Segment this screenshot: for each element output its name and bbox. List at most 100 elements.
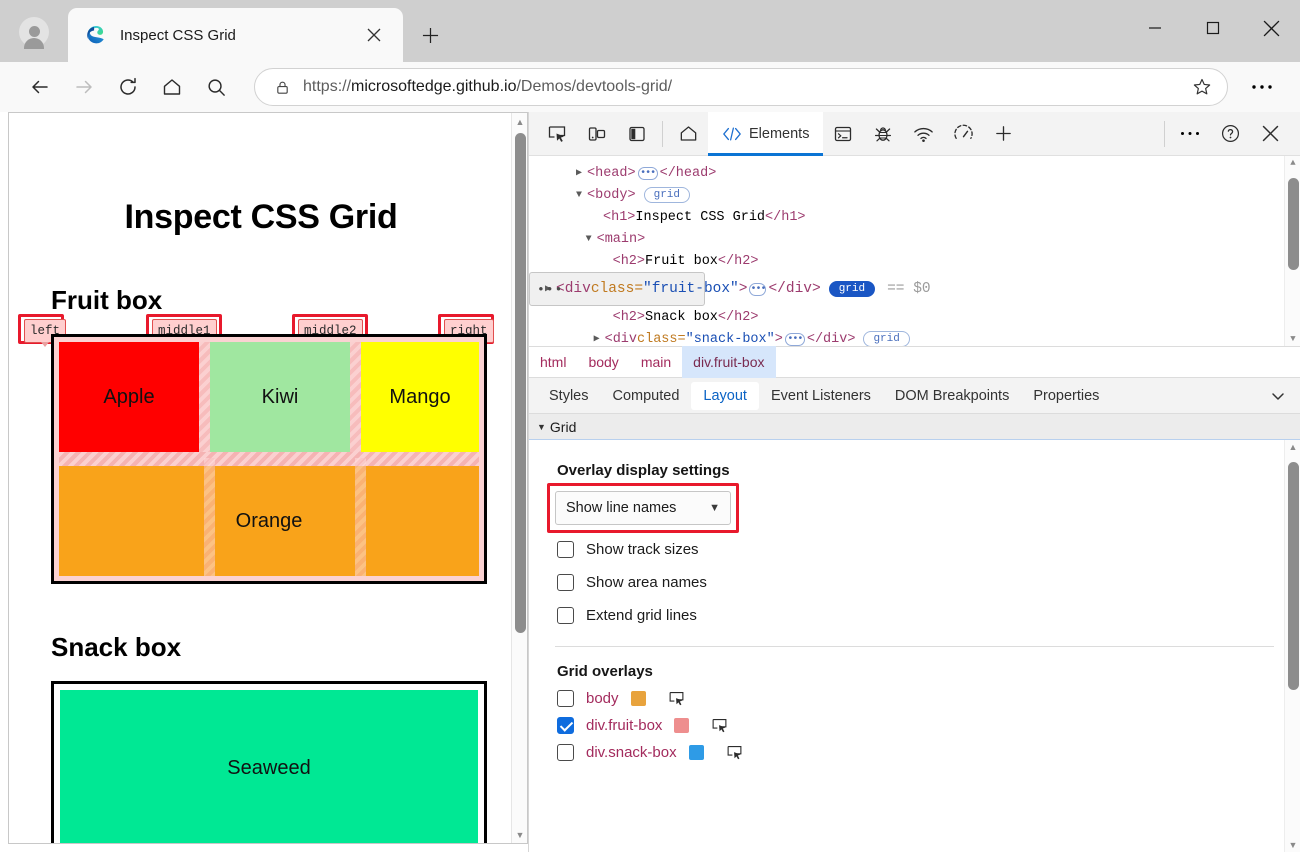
grid-badge[interactable]: grid	[863, 331, 910, 346]
reload-icon[interactable]	[106, 69, 150, 105]
help-question-icon[interactable]	[1210, 116, 1250, 152]
devtools-home-icon[interactable]	[668, 116, 708, 152]
network-wifi-icon[interactable]	[903, 116, 943, 152]
collapse-caret-icon[interactable]: ▶	[589, 333, 605, 345]
checkbox[interactable]	[557, 574, 574, 591]
dom-tree-row[interactable]: ▶ <head> ••• </head>	[529, 162, 1300, 184]
layout-scrollbar-thumb[interactable]	[1288, 462, 1299, 690]
setting-show-track-sizes[interactable]: Show track sizes	[557, 541, 1300, 558]
inspect-element-icon[interactable]	[537, 116, 577, 152]
debugger-bug-icon[interactable]	[863, 116, 903, 152]
browser-settings-ellipsis-icon[interactable]	[1240, 69, 1284, 105]
back-arrow-icon[interactable]	[18, 69, 62, 105]
scroll-up-arrow-icon[interactable]: ▲	[1285, 442, 1300, 452]
tab-elements[interactable]: Elements	[708, 111, 824, 156]
dom-scrollbar-thumb[interactable]	[1288, 178, 1299, 270]
inspect-element-icon[interactable]	[726, 744, 743, 761]
grid-badge-active[interactable]: grid	[828, 281, 876, 297]
favorite-star-icon[interactable]	[1185, 77, 1219, 97]
collapsed-children-icon[interactable]: •••	[637, 166, 658, 180]
overlay-color-swatch[interactable]	[688, 745, 704, 760]
console-icon[interactable]	[823, 116, 863, 152]
dom-tree-row[interactable]: ••• ▶ <div class= "fruit-box" > ••• </div> grid…	[529, 272, 931, 306]
dom-tree-row[interactable]: ▶ <div class= "snack-box" > ••• </div> grid	[529, 328, 1300, 346]
device-emulation-icon[interactable]	[577, 116, 617, 152]
text-node: Fruit box	[645, 253, 718, 269]
dom-tree-row[interactable]: ▶<h2>Fruit box</h2>	[529, 250, 1300, 272]
overlay-checkbox[interactable]	[557, 717, 574, 734]
dom-tree[interactable]: ▶<head>•••</head>▼<body>grid▶<h1>Inspect…	[529, 156, 1300, 346]
setting-show-area-names[interactable]: Show area names	[557, 574, 1300, 591]
scroll-up-arrow-icon[interactable]: ▲	[1285, 158, 1300, 168]
page-title: Inspect CSS Grid	[124, 198, 398, 236]
checkbox[interactable]	[557, 541, 574, 558]
maximize-button[interactable]	[1184, 0, 1242, 56]
browser-tab[interactable]: Inspect CSS Grid	[68, 8, 403, 62]
dom-tree-row[interactable]: ▶<h2>Snack box</h2>	[529, 306, 1300, 328]
breadcrumb-item-html[interactable]: html	[529, 346, 577, 378]
attribute-name: class=	[637, 331, 686, 347]
new-tab-button[interactable]	[410, 16, 450, 54]
minimize-button[interactable]	[1126, 0, 1184, 56]
layout-panel-scrollbar[interactable]: ▲ ▼	[1284, 440, 1300, 852]
sidebar-panel-tabs[interactable]: Styles Computed Layout Event Listeners DOM B…	[529, 378, 1300, 414]
overlay-checkbox[interactable]	[557, 744, 574, 761]
close-window-button[interactable]	[1242, 0, 1300, 56]
collapsed-children-icon[interactable]: •••	[749, 282, 766, 296]
avatar	[19, 17, 49, 49]
scroll-up-arrow-icon[interactable]: ▲	[512, 113, 527, 130]
scroll-down-arrow-icon[interactable]: ▼	[512, 826, 527, 843]
breadcrumb-item-main[interactable]: main	[630, 346, 682, 378]
chevron-down-icon[interactable]	[1270, 388, 1286, 404]
address-bar[interactable]: https://microsoftedge.github.io/Demos/de…	[254, 68, 1228, 106]
grid-gap-column-2	[350, 342, 361, 452]
dom-tree-scrollbar[interactable]: ▲ ▼	[1284, 156, 1300, 346]
expanded-caret-icon: ▼	[537, 421, 546, 432]
expand-caret-icon[interactable]: ▼	[571, 190, 587, 201]
tag-name: <head>	[587, 165, 636, 181]
tab-event-listeners[interactable]: Event Listeners	[759, 382, 883, 410]
tab-dom-breakpoints[interactable]: DOM Breakpoints	[883, 382, 1021, 410]
tag-name: <h2>	[612, 253, 645, 269]
profile-button[interactable]	[12, 12, 56, 52]
grid-overlay-row[interactable]: div.snack-box	[557, 744, 1300, 761]
breadcrumb-item-body[interactable]: body	[577, 346, 629, 378]
dom-tree-row[interactable]: ▼ <body> grid	[529, 184, 1300, 206]
add-tool-plus-icon[interactable]	[983, 116, 1023, 152]
setting-extend-grid-lines[interactable]: Extend grid lines	[557, 607, 1300, 624]
inspect-element-icon[interactable]	[711, 717, 728, 734]
dock-side-icon[interactable]	[617, 116, 657, 152]
tab-computed[interactable]: Computed	[601, 382, 692, 410]
devtools-close-icon[interactable]	[1250, 116, 1290, 152]
grid-badge[interactable]: grid	[643, 187, 691, 203]
collapse-caret-icon[interactable]: ▶	[571, 167, 587, 179]
grid-overlay-row[interactable]: body	[557, 690, 1300, 707]
dom-tree-row[interactable]: ▼ <main>	[529, 228, 1300, 250]
grid-overlay-row[interactable]: div.fruit-box	[557, 717, 1300, 734]
overlay-checkbox[interactable]	[557, 690, 574, 707]
dom-tree-row[interactable]: ▶<h1>Inspect CSS Grid</h1>	[529, 206, 1300, 228]
snack-box-heading: Snack box	[51, 632, 182, 662]
page-scrollbar-thumb[interactable]	[515, 133, 526, 633]
expand-caret-icon[interactable]: ▼	[581, 234, 597, 245]
row-more-ellipsis-icon[interactable]: •••	[537, 282, 563, 297]
performance-gauge-icon[interactable]	[943, 116, 983, 152]
scroll-down-arrow-icon[interactable]: ▼	[1285, 334, 1300, 344]
tab-styles[interactable]: Styles	[537, 382, 601, 410]
devtools-more-ellipsis-icon[interactable]	[1170, 116, 1210, 152]
page-scrollbar[interactable]: ▲ ▼	[511, 113, 527, 843]
grid-section-header[interactable]: ▼ Grid	[529, 414, 1300, 440]
scroll-down-arrow-icon[interactable]: ▼	[1285, 840, 1300, 850]
collapsed-children-icon[interactable]: •••	[784, 332, 805, 346]
search-icon[interactable]	[194, 69, 238, 105]
tab-layout[interactable]: Layout	[691, 381, 759, 410]
tab-properties[interactable]: Properties	[1021, 382, 1111, 410]
inspect-element-icon[interactable]	[668, 690, 685, 707]
home-icon[interactable]	[150, 69, 194, 105]
overlay-color-swatch[interactable]	[674, 718, 690, 733]
tab-close-icon[interactable]	[359, 20, 389, 50]
checkbox[interactable]	[557, 607, 574, 624]
overlay-color-swatch[interactable]	[630, 691, 646, 706]
breadcrumb[interactable]: html body main div.fruit-box	[529, 346, 1300, 378]
breadcrumb-item-div-fruit-box[interactable]: div.fruit-box	[682, 346, 776, 378]
